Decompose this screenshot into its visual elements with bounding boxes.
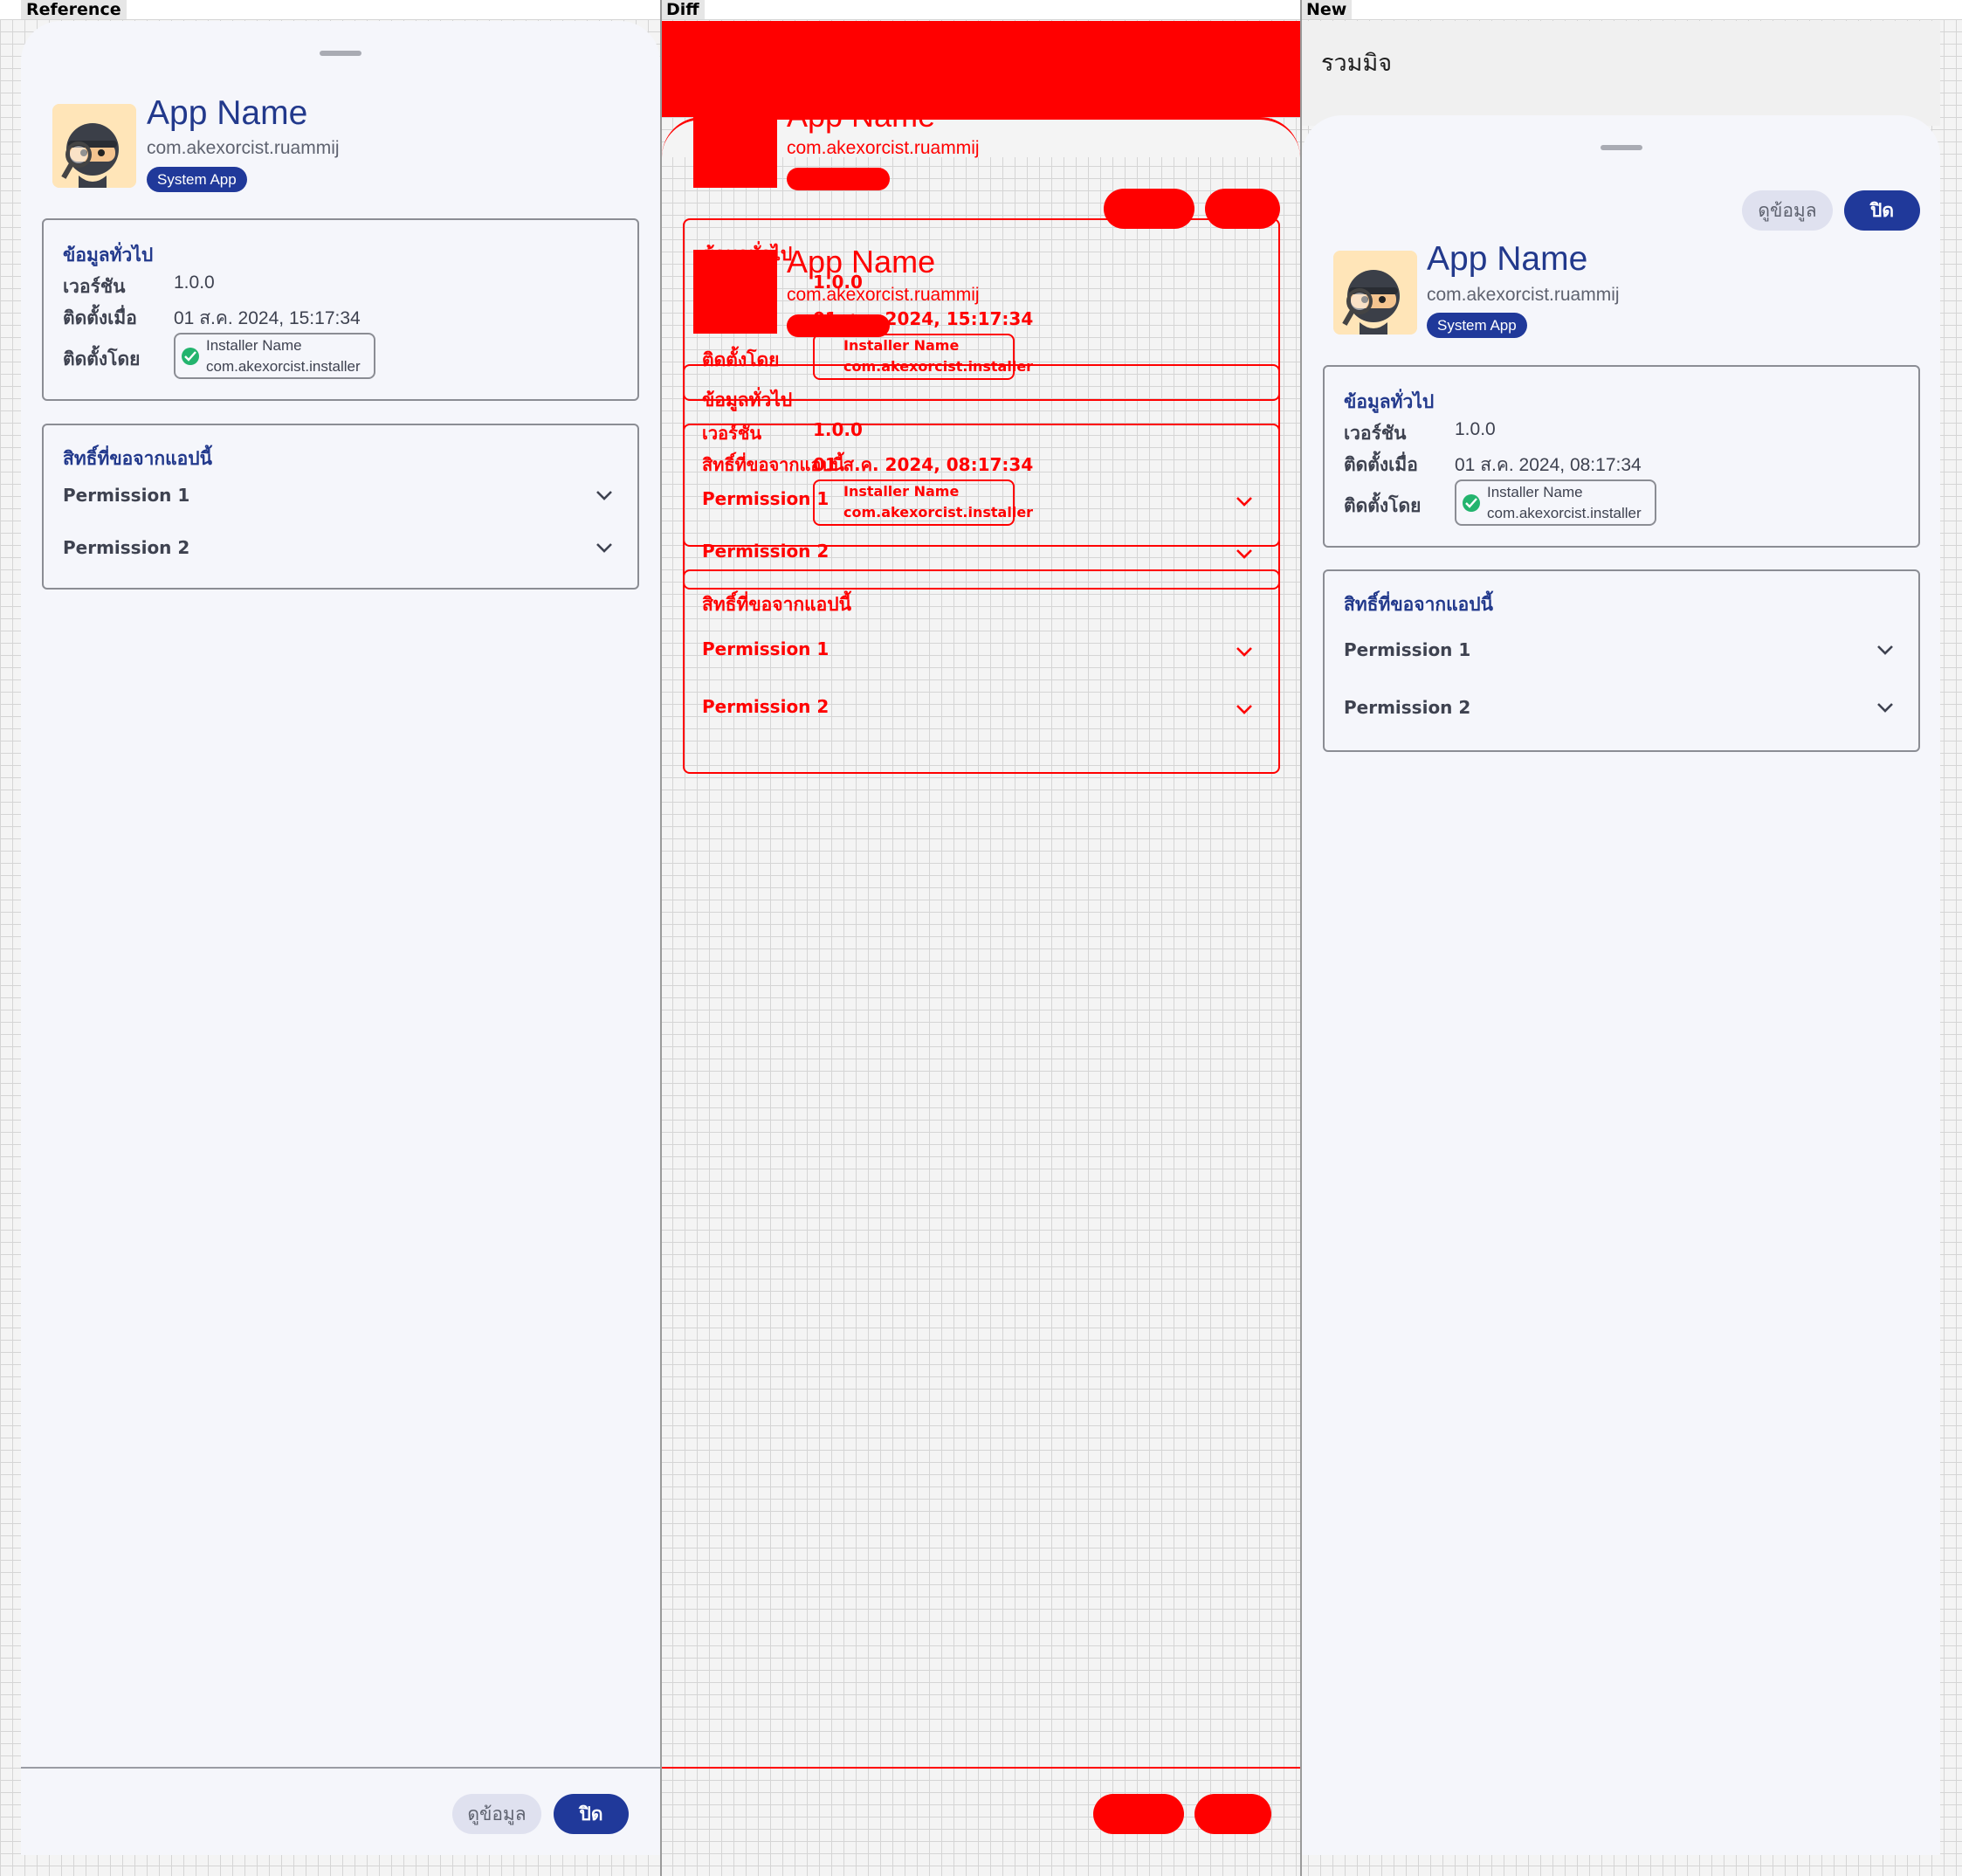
diff-card-outline: [683, 424, 1280, 590]
general-info-card: ข้อมูลทั่วไป เวอร์ชัน 1.0.0 ติดตั้งเมื่อ…: [42, 218, 639, 401]
details-button[interactable]: ดูข้อมูล: [1742, 190, 1833, 231]
diff-permission-label: Permission 2: [702, 696, 830, 717]
installed-at-value: 01 ส.ค. 2024, 15:17:34: [174, 308, 361, 328]
chevron-down-icon: [1877, 645, 1893, 655]
app-name: App Name: [1427, 240, 1588, 278]
ninja-detective-icon: [52, 104, 136, 188]
general-info-title: ข้อมูลทั่วไป: [1344, 391, 1435, 412]
new-bottom-sheet: ดูข้อมูล ปิด App Name com.akexorcist.rua…: [1302, 115, 1940, 1855]
diff-close-button: [1194, 1794, 1271, 1834]
installer-chip[interactable]: Installer Name com.akexorcist.installer: [174, 333, 375, 379]
installer-chip[interactable]: Installer Name com.akexorcist.installer: [1455, 479, 1656, 526]
diff-app-name: App Name: [787, 98, 936, 134]
permissions-title: สิทธิ์ที่ขอจากแอปนี้: [63, 448, 212, 469]
installed-by-label: ติดตั้งโดย: [1344, 495, 1422, 516]
diff-details-button: [1093, 1794, 1184, 1834]
reference-label: Reference: [21, 0, 127, 19]
diff-footer-line: [662, 1767, 1300, 1769]
diff-installed-at-value: 01 ส.ค. 2024, 15:17:34: [813, 308, 1034, 329]
comparison-view: Reference Diff New App Name com.akexorci…: [0, 0, 1962, 1876]
window-title: รวมมิจ: [1321, 50, 1393, 77]
diff-version-value: 1.0.0: [813, 272, 863, 293]
permission-item[interactable]: Permission 1: [63, 479, 618, 514]
app-package: com.akexorcist.ruammij: [147, 138, 340, 158]
diff-icon-block: [693, 104, 777, 188]
diff-app-package: com.akexorcist.ruammij: [787, 138, 980, 158]
footer-divider: [21, 1767, 660, 1769]
version-value: 1.0.0: [174, 272, 215, 293]
diff-permissions-title: สิทธิ์ที่ขอจากแอปนี้: [702, 594, 851, 615]
app-name: App Name: [147, 94, 308, 132]
version-label: เวอร์ชัน: [1344, 423, 1407, 444]
check-circle-icon: [182, 348, 199, 365]
app-title-bar: รวมมิจ: [1302, 21, 1940, 126]
diff-installer-name: Installer Name: [843, 337, 960, 354]
permissions-title: สิทธิ์ที่ขอจากแอปนี้: [1344, 594, 1493, 615]
check-circle-icon: [1463, 494, 1480, 512]
system-app-badge: System App: [1427, 313, 1527, 338]
installed-at-label: ติดตั้งเมื่อ: [1344, 454, 1418, 475]
chevron-down-icon: [596, 491, 612, 500]
close-button[interactable]: ปิด: [554, 1794, 629, 1834]
app-package: com.akexorcist.ruammij: [1427, 285, 1620, 305]
permission-label: Permission 1: [1344, 639, 1471, 660]
installer-name: Installer Name: [206, 337, 302, 354]
reference-bottom-sheet: App Name com.akexorcist.ruammij System A…: [21, 21, 660, 1855]
version-label: เวอร์ชัน: [63, 276, 126, 297]
permissions-card: สิทธิ์ที่ขอจากแอปนี้ Permission 1 Permis…: [42, 424, 639, 590]
permission-label: Permission 2: [63, 537, 190, 558]
diff-permission-label: Permission 1: [702, 638, 830, 659]
details-button[interactable]: ดูข้อมูล: [452, 1794, 541, 1834]
diff-chevron-icon: [1236, 647, 1252, 657]
drag-handle[interactable]: [320, 51, 361, 56]
general-info-title: ข้อมูลทั่วไป: [63, 245, 154, 266]
app-icon: [52, 104, 136, 188]
chevron-down-icon: [596, 543, 612, 553]
permission-item[interactable]: Permission 2: [63, 532, 618, 567]
permission-item[interactable]: Permission 1: [1344, 634, 1899, 669]
installer-package: com.akexorcist.installer: [1487, 505, 1642, 521]
diff-badge-block: [787, 168, 890, 190]
installed-at-label: ติดตั้งเมื่อ: [63, 307, 137, 328]
installed-by-label: ติดตั้งโดย: [63, 348, 141, 369]
diff-header-block: [662, 21, 1300, 117]
permission-label: Permission 1: [63, 485, 190, 506]
system-app-badge: System App: [147, 167, 247, 192]
diff-general-title: ข้อมูลทั่วไป: [702, 244, 793, 265]
drag-handle[interactable]: [1600, 145, 1642, 150]
new-label: New: [1301, 0, 1353, 19]
general-info-card: ข้อมูลทั่วไป เวอร์ชัน 1.0.0 ติดตั้งเมื่อ…: [1323, 365, 1920, 548]
version-value: 1.0.0: [1455, 419, 1496, 439]
chevron-down-icon: [1877, 703, 1893, 713]
diff-chevron-icon: [1236, 705, 1252, 714]
close-button[interactable]: ปิด: [1844, 190, 1920, 231]
installer-name: Installer Name: [1487, 484, 1583, 500]
permission-item[interactable]: Permission 2: [1344, 692, 1899, 727]
installer-package: com.akexorcist.installer: [206, 358, 361, 375]
diff-panel: App Name com.akexorcist.ruammij App Name…: [662, 21, 1300, 1855]
permission-label: Permission 2: [1344, 697, 1471, 718]
app-icon: [1333, 251, 1417, 335]
diff-general-title: ข้อมูลทั่วไป: [702, 390, 793, 410]
permissions-card: สิทธิ์ที่ขอจากแอปนี้ Permission 1 Permis…: [1323, 569, 1920, 752]
ninja-detective-icon: [1333, 251, 1417, 335]
diff-label: Diff: [661, 0, 705, 19]
installed-at-value: 01 ส.ค. 2024, 08:17:34: [1455, 455, 1642, 475]
